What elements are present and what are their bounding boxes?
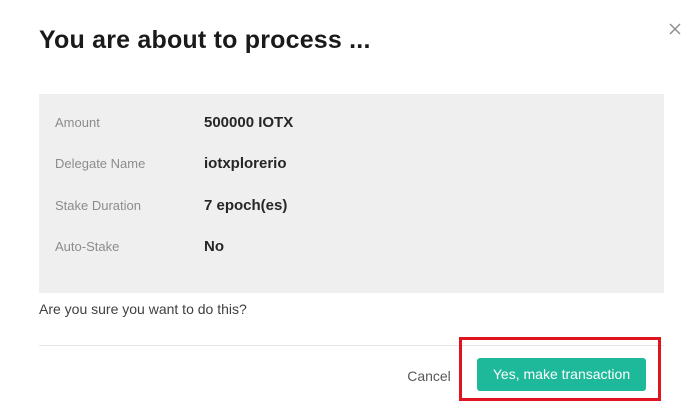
detail-label: Stake Duration — [55, 197, 141, 213]
detail-row-auto-stake: Auto-Stake No — [55, 235, 224, 257]
footer-divider — [39, 345, 664, 346]
confirm-prompt: Are you sure you want to do this? — [39, 301, 247, 317]
transaction-confirm-dialog: You are about to process ... Amount 5000… — [0, 0, 700, 416]
detail-row-amount: Amount 500000 IOTX — [55, 111, 293, 133]
detail-label: Amount — [55, 114, 100, 130]
detail-row-stake-duration: Stake Duration 7 epoch(es) — [55, 194, 287, 216]
close-button[interactable] — [666, 20, 684, 38]
dialog-title: You are about to process ... — [39, 26, 371, 54]
detail-row-delegate-name: Delegate Name iotxplorerio — [55, 152, 287, 174]
cancel-button[interactable]: Cancel — [398, 363, 460, 389]
make-transaction-button[interactable]: Yes, make transaction — [477, 358, 646, 391]
detail-label: Auto-Stake — [55, 238, 120, 254]
transaction-details-panel: Amount 500000 IOTX Delegate Name iotxplo… — [39, 94, 664, 293]
detail-value: 500000 IOTX — [204, 113, 294, 131]
close-icon — [669, 23, 681, 35]
detail-value: iotxplorerio — [204, 154, 287, 172]
detail-value: No — [204, 237, 224, 255]
detail-value: 7 epoch(es) — [204, 196, 288, 214]
detail-label: Delegate Name — [55, 155, 146, 171]
